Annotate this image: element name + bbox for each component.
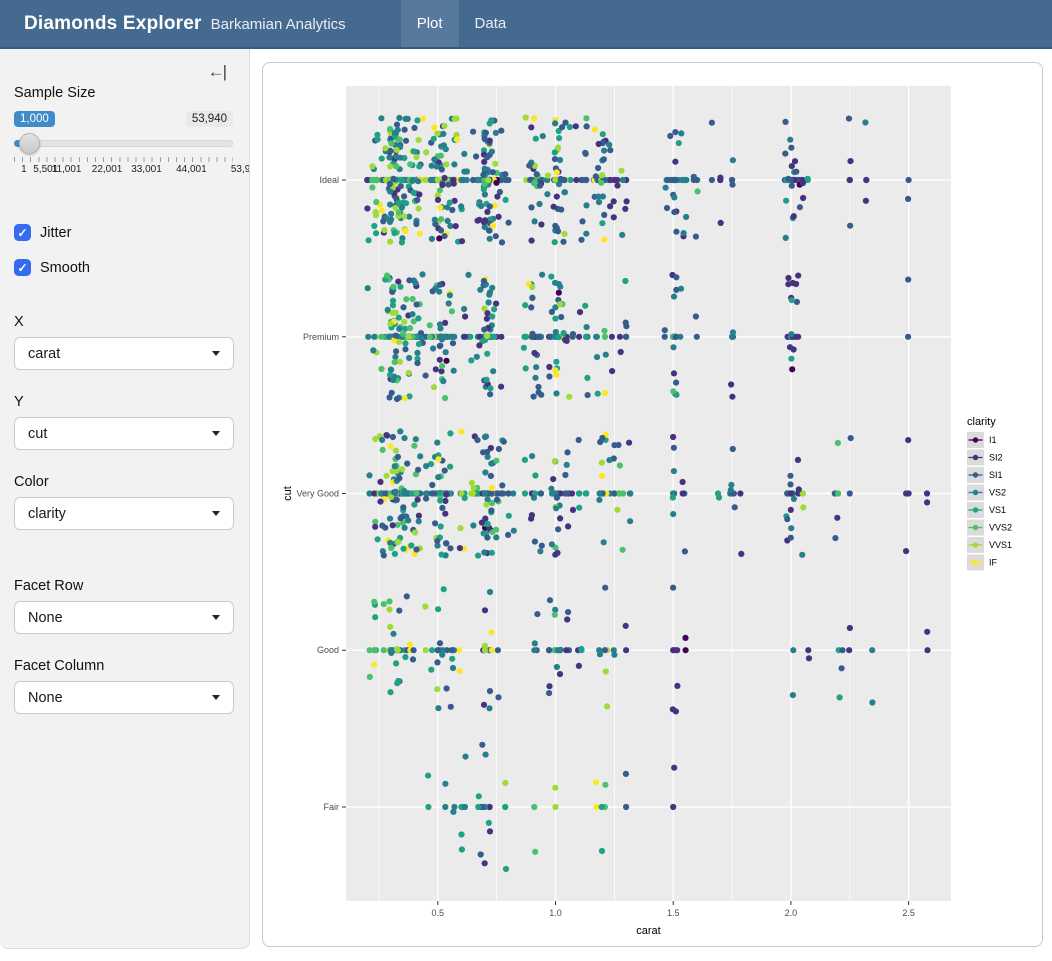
svg-text:carat: carat (636, 925, 660, 937)
slider-tick-marks (14, 157, 233, 162)
slider-tick-label: 1 (21, 164, 27, 175)
smooth-checkbox-row[interactable]: Smooth (14, 259, 235, 276)
x-select-label: X (14, 314, 235, 330)
tab-data[interactable]: Data (459, 0, 523, 47)
facet-row-select[interactable]: None (14, 601, 234, 634)
slider-tick-label: 44,001 (176, 164, 207, 175)
svg-text:Very Good: Very Good (296, 489, 339, 499)
svg-text:2.0: 2.0 (785, 908, 798, 918)
smooth-checkbox[interactable] (14, 259, 31, 276)
facet-column-select[interactable]: None (14, 681, 234, 714)
svg-text:clarity: clarity (967, 416, 996, 428)
sidebar: ←| Sample Size 1,000 53,940 15,50111,001… (0, 49, 250, 949)
slider-rail[interactable] (14, 140, 233, 147)
chevron-down-icon (212, 431, 220, 436)
color-select[interactable]: clarity (14, 497, 234, 530)
svg-text:IF: IF (989, 558, 998, 568)
jitter-checkbox[interactable] (14, 224, 31, 241)
chevron-down-icon (212, 351, 220, 356)
x-select-group: X carat (14, 314, 235, 370)
facet-column-select-group: Facet Column None (14, 658, 235, 714)
tab-plot[interactable]: Plot (401, 0, 459, 47)
smooth-label: Smooth (40, 260, 90, 276)
y-select-group: Y cut (14, 394, 235, 450)
svg-text:VS1: VS1 (989, 505, 1006, 515)
svg-text:1.5: 1.5 (667, 908, 680, 918)
color-select-group: Color clarity (14, 474, 235, 530)
nav-tabs: Plot Data (401, 0, 523, 47)
slider-tick-label: 33,001 (131, 164, 162, 175)
x-select[interactable]: carat (14, 337, 234, 370)
svg-text:I1: I1 (989, 435, 997, 445)
chevron-down-icon (212, 615, 220, 620)
svg-text:2.5: 2.5 (902, 908, 915, 918)
svg-text:0.5: 0.5 (432, 908, 445, 918)
x-select-value: carat (28, 346, 60, 362)
app-subtitle: Barkamian Analytics (211, 16, 346, 33)
svg-text:SI1: SI1 (989, 470, 1003, 480)
main-content: 0.5 1.0 1.5 2.0 2.5 Fair Good Very Good Premium I… (250, 49, 1052, 949)
sidebar-collapse-icon[interactable]: ←| (208, 62, 225, 82)
color-select-label: Color (14, 474, 235, 490)
slider-tick-label: 22,001 (92, 164, 123, 175)
chevron-down-icon (212, 695, 220, 700)
sample-size-label: Sample Size (14, 85, 235, 101)
navbar: Diamonds Explorer Barkamian Analytics Pl… (0, 0, 1052, 49)
svg-text:1.0: 1.0 (549, 908, 562, 918)
facet-row-select-label: Facet Row (14, 578, 235, 594)
app-body: ←| Sample Size 1,000 53,940 15,50111,001… (0, 49, 1052, 949)
jitter-label: Jitter (40, 225, 71, 241)
y-select-label: Y (14, 394, 235, 410)
facet-row-select-value: None (28, 610, 63, 626)
plot-card: 0.5 1.0 1.5 2.0 2.5 Fair Good Very Good Premium I… (262, 62, 1043, 947)
svg-text:VS2: VS2 (989, 488, 1006, 498)
svg-text:VVS1: VVS1 (989, 540, 1012, 550)
slider-tick-label: 11,001 (52, 164, 82, 175)
slider-handle[interactable] (19, 133, 40, 154)
chevron-down-icon (212, 511, 220, 516)
facet-column-select-label: Facet Column (14, 658, 235, 674)
svg-text:cut: cut (282, 486, 294, 501)
slider-value-badge: 1,000 (14, 111, 55, 127)
svg-text:Ideal: Ideal (319, 175, 339, 185)
slider-track[interactable] (14, 132, 233, 156)
brand: Diamonds Explorer Barkamian Analytics (24, 13, 346, 35)
slider-tick-label: 53,940 (231, 164, 250, 175)
facet-row-select-group: Facet Row None (14, 578, 235, 634)
facet-column-select-value: None (28, 690, 63, 706)
sample-size-slider: 1,000 53,940 15,50111,00122,00133,00144,… (14, 110, 233, 178)
svg-text:Fair: Fair (324, 802, 340, 812)
svg-text:Premium: Premium (303, 332, 339, 342)
svg-text:Good: Good (317, 645, 339, 655)
y-select[interactable]: cut (14, 417, 234, 450)
svg-text:VVS2: VVS2 (989, 523, 1012, 533)
slider-max-badge: 53,940 (186, 111, 233, 127)
svg-text:SI2: SI2 (989, 453, 1003, 463)
app-title: Diamonds Explorer (24, 13, 202, 35)
diamonds-scatter-plot: 0.5 1.0 1.5 2.0 2.5 Fair Good Very Good Premium I… (263, 63, 1043, 947)
color-select-value: clarity (28, 506, 66, 522)
jitter-checkbox-row[interactable]: Jitter (14, 224, 235, 241)
slider-tick-labels: 15,50111,00122,00133,00144,00153,940 (14, 164, 233, 178)
y-select-value: cut (28, 426, 47, 442)
